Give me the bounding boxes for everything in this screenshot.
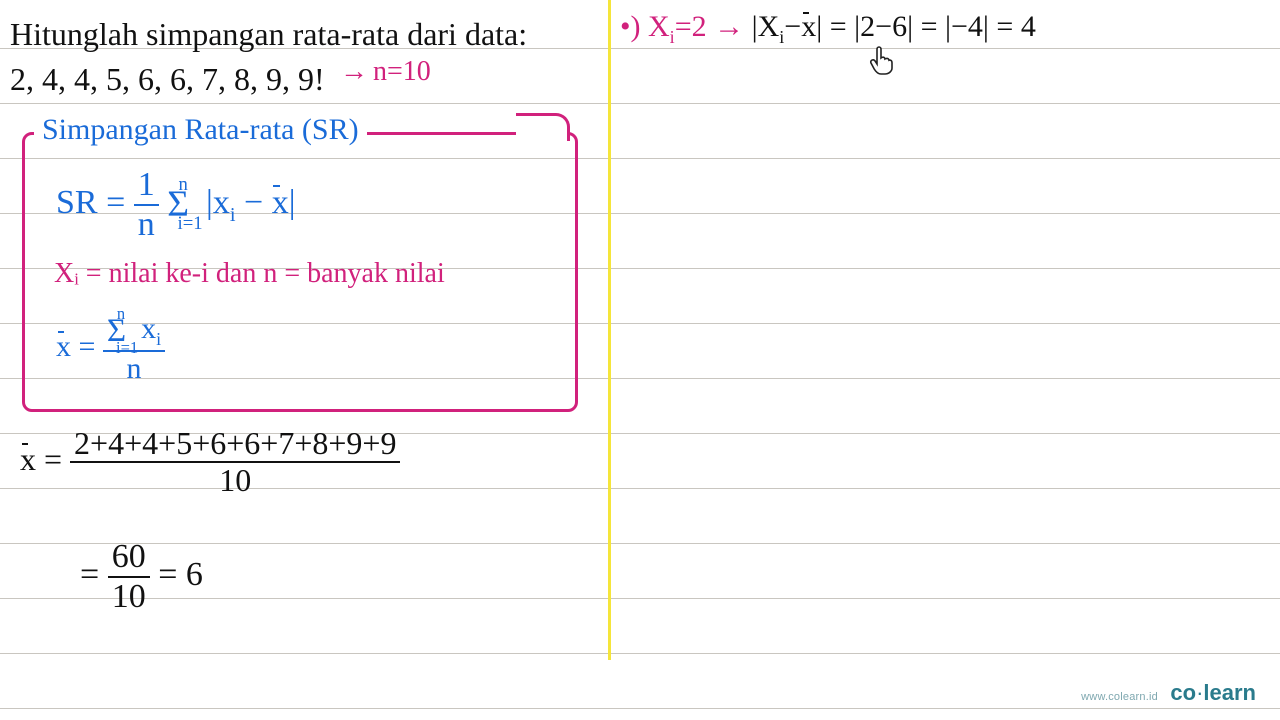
deviation-expr: |Xi−x| = |2−6| = |−4| = 4: [752, 10, 1036, 43]
n-annotation: → n=10: [340, 56, 431, 88]
formula-box-tail: [516, 113, 570, 141]
mean-result: = 60 10 = 6: [80, 538, 203, 616]
hand-cursor-icon: [868, 46, 894, 84]
xbar-fraction: Σ n i=1 xi n: [103, 312, 165, 386]
brand-logo: co·learn: [1170, 680, 1256, 705]
problem-line1: Hitunglah simpangan rata-rata dari data:: [10, 12, 610, 57]
arrow-icon: →: [340, 56, 366, 87]
sr-sum: Σ n i=1: [167, 186, 189, 223]
mean-calculation: x = 2+4+4+5+6+6+7+8+9+9 10: [20, 426, 400, 498]
xbar-formula: x = Σ n i=1 xi n: [56, 312, 165, 386]
deviation-step: •) Xi=2 → |Xi−x| = |2−6| = |−4| = 4: [620, 10, 1036, 48]
sr-body: |xi − x|: [198, 184, 296, 221]
footer-brand: www.colearn.id co·learn: [1081, 680, 1256, 706]
mean-fraction: 2+4+4+5+6+6+7+8+9+9 10: [70, 426, 400, 498]
footer-url: www.colearn.id: [1081, 691, 1158, 703]
mean-frac2: 60 10: [108, 538, 150, 616]
xi-assign: Xi=2 →: [648, 10, 744, 43]
bullet-icon: •): [620, 10, 641, 43]
problem-line2: 2, 4, 4, 5, 6, 6, 7, 8, 9, 9!: [10, 57, 610, 102]
xbar-sum: Σ n i=1: [107, 315, 126, 348]
center-divider: [608, 0, 611, 660]
sr-one-over-n: 1 n: [134, 166, 159, 244]
problem-statement: Hitunglah simpangan rata-rata dari data:…: [10, 12, 610, 102]
sr-lhs: SR =: [56, 184, 125, 221]
sr-formula: SR = 1 n Σ n i=1 |xi − x|: [56, 166, 296, 244]
n-value: n=10: [373, 56, 431, 87]
xbar-num: Σ n i=1 xi: [103, 312, 165, 352]
xbar-lhs: x =: [56, 330, 95, 363]
mean-lhs: x =: [20, 441, 62, 477]
formula-box-title: Simpangan Rata-rata (SR): [34, 113, 367, 147]
variable-definitions: Xᵢ = nilai ke-i dan n = banyak nilai: [54, 258, 445, 290]
